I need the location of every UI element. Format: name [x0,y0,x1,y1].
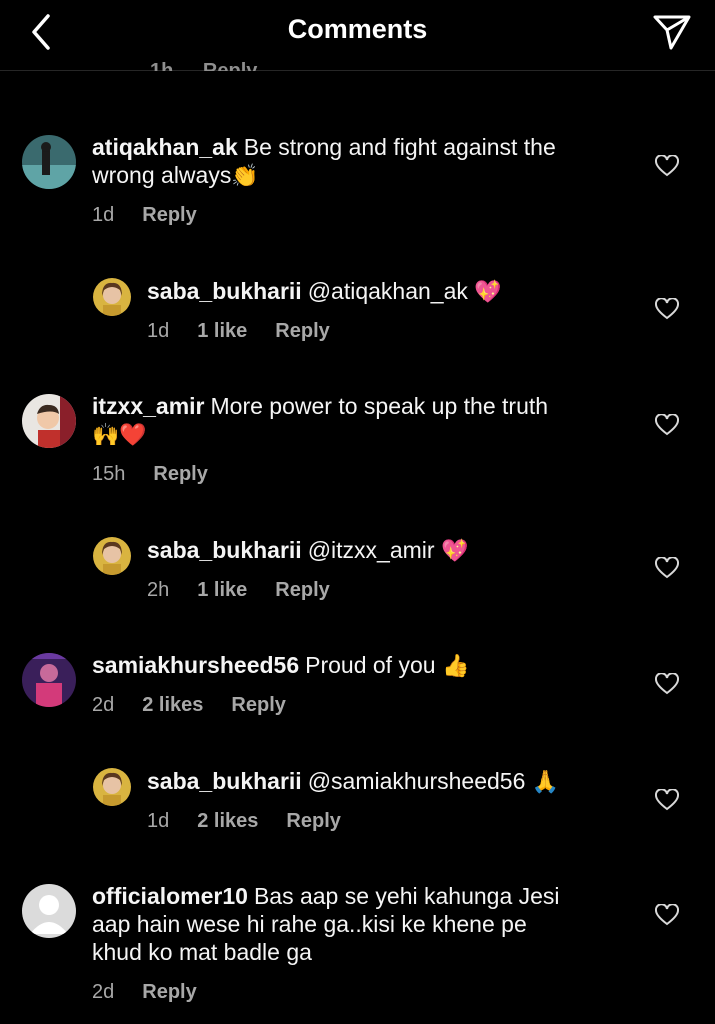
partial-meta-row: 1h Reply [150,60,281,82]
comment-time: 1d [147,810,170,832]
comment-time: 2h [147,579,170,601]
comment-text: atiqakhan_ak Be strong and fight against … [92,133,632,190]
reply-button[interactable]: Reply [286,810,340,832]
emoji: 👏 [231,163,259,188]
comment-username[interactable]: saba_bukharii [147,278,302,304]
comment-body: More power to speak up the truth [210,393,549,419]
like-count[interactable]: 1 like [197,320,247,342]
reply-button[interactable]: Reply [142,981,196,1003]
like-count[interactable]: 2 likes [142,694,203,716]
send-icon[interactable] [651,12,693,52]
comment-body-line3: khud ko mat badle ga [92,939,312,965]
like-heart-icon[interactable] [655,904,679,926]
like-heart-icon[interactable] [655,298,679,320]
emoji: 👍 [441,653,470,678]
like-heart-icon[interactable] [655,155,679,177]
reply-button[interactable]: Reply [153,463,207,485]
avatar[interactable] [22,884,76,938]
comment-time: 2d [92,694,115,716]
like-heart-icon[interactable] [655,789,679,811]
comment-username[interactable]: saba_bukharii [147,768,302,794]
comment-text: saba_bukharii @atiqakhan_ak 💖 [147,277,627,306]
reply-button[interactable]: Reply [203,60,257,71]
comment-body: Bas aap se yehi kahunga Jesi [253,883,560,909]
comment-text: officialomer10 Bas aap se yehi kahunga Je… [92,882,642,966]
header-bar: Comments [0,0,715,71]
emoji: 🙏 [531,769,560,794]
comment-time: 2d [92,981,115,1003]
comment-meta: 1d 2 likes Reply [147,810,369,833]
comment-username[interactable]: samiakhursheed56 [92,652,299,678]
avatar[interactable] [93,537,131,575]
comment-body-line2: wrong always [92,162,232,188]
comment-text: samiakhursheed56 Proud of you 👍 [92,651,632,680]
comment-text: saba_bukharii @itzxx_amir 💖 [147,536,627,565]
avatar[interactable] [22,135,76,189]
like-heart-icon[interactable] [655,673,679,695]
like-count[interactable]: 1 like [197,579,247,601]
reply-button[interactable]: Reply [275,579,329,601]
comment-username[interactable]: officialomer10 [92,883,248,909]
comment-body: @samiakhursheed56 [307,768,526,794]
comment-time: 15h [92,463,126,485]
reply-button[interactable]: Reply [231,694,285,716]
avatar[interactable] [93,768,131,806]
comment-username[interactable]: atiqakhan_ak [92,134,238,160]
comment-body: @itzxx_amir [307,537,435,563]
avatar[interactable] [22,653,76,707]
emoji: 💖 [440,538,469,563]
comment-username[interactable]: itzxx_amir [92,393,205,419]
like-heart-icon[interactable] [655,414,679,436]
reply-button[interactable]: Reply [142,204,196,226]
comment-body-line2: aap hain wese hi rahe ga..kisi ke khene … [92,911,527,937]
comment-meta: 2h 1 like Reply [147,579,358,602]
comment-meta: 1d Reply [92,204,225,227]
emoji: 🙌❤️ [92,422,147,447]
like-heart-icon[interactable] [655,557,679,579]
comment-meta: 1d 1 like Reply [147,320,358,343]
comment-text: itzxx_amir More power to speak up the tru… [92,392,632,449]
avatar[interactable] [93,278,131,316]
comment-meta: 2d 2 likes Reply [92,694,314,717]
comment-username[interactable]: saba_bukharii [147,537,302,563]
comment-time: 1d [147,320,170,342]
comment-body: Be strong and fight against the [243,134,556,160]
comment-time: 1h [150,60,174,82]
emoji: 💖 [474,279,502,304]
comment-meta: 15h Reply [92,463,236,486]
avatar[interactable] [22,394,76,448]
comment-body: Proud of you [305,652,436,678]
comment-meta: 2d Reply [92,981,225,1004]
reply-button[interactable]: Reply [275,320,329,342]
comment-body: @atiqakhan_ak [307,278,468,304]
like-count[interactable]: 2 likes [197,810,258,832]
page-title: Comments [287,14,428,44]
comment-text: saba_bukharii @samiakhursheed56 🙏 [147,767,627,796]
comment-time: 1d [92,204,115,226]
